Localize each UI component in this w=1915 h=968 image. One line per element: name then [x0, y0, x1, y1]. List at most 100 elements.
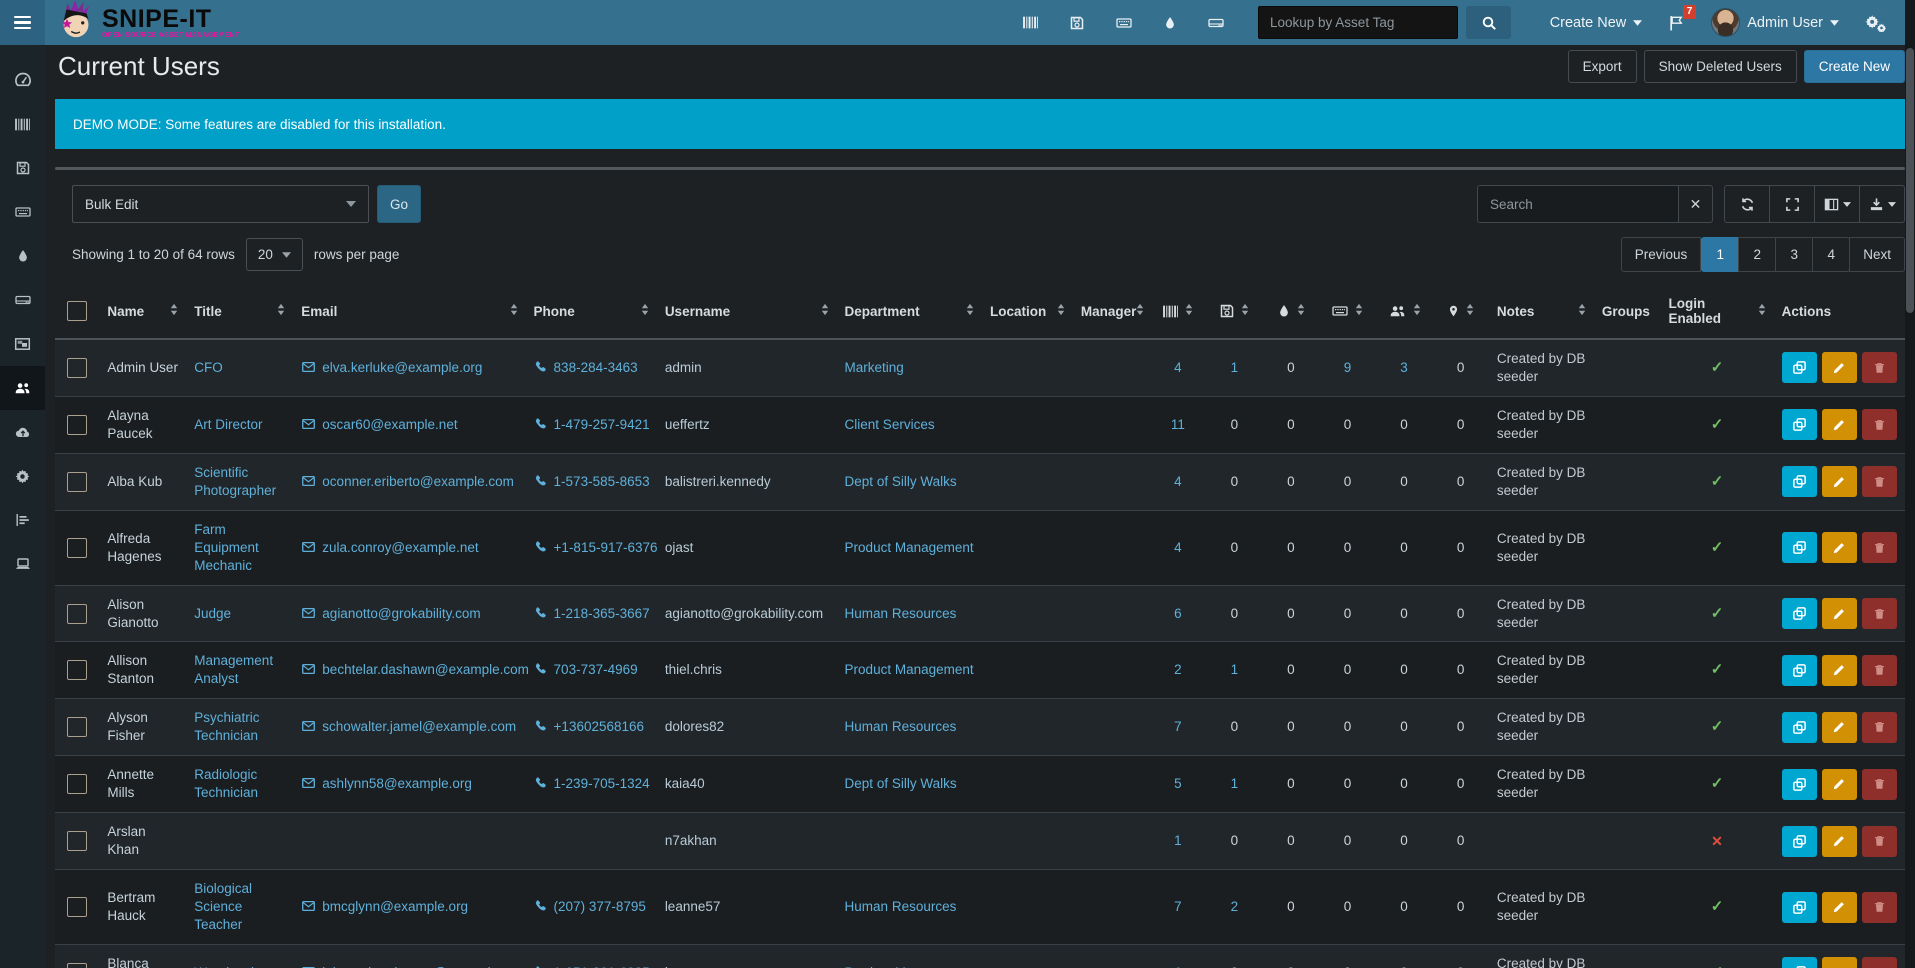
fullscreen-button[interactable]: [1769, 185, 1815, 223]
email-link[interactable]: oscar60@example.net: [301, 416, 517, 434]
column-header-notes[interactable]: Notes: [1489, 284, 1594, 339]
sidebar-item-accessories[interactable]: [0, 190, 45, 234]
clone-button[interactable]: [1782, 826, 1817, 857]
sidebar-item-assets[interactable]: [0, 102, 45, 146]
column-header-licenses[interactable]: [1206, 284, 1263, 339]
show-deleted-users-button[interactable]: Show Deleted Users: [1644, 50, 1797, 83]
email-link[interactable]: agianotto@grokability.com: [301, 605, 517, 623]
export-download-button[interactable]: [1859, 185, 1905, 223]
delete-button[interactable]: [1862, 352, 1897, 383]
delete-button[interactable]: [1862, 826, 1897, 857]
user-name-link[interactable]: Alfreda Hagenes: [107, 531, 161, 564]
user-name-link[interactable]: Alba Kub: [107, 474, 162, 489]
user-name-link[interactable]: Alyson Fisher: [107, 710, 148, 743]
scrollbar-thumb[interactable]: [1906, 48, 1914, 313]
bulk-actions-select[interactable]: Bulk Edit: [72, 185, 369, 223]
delete-button[interactable]: [1862, 769, 1897, 800]
settings-gears-icon[interactable]: [1865, 14, 1887, 32]
department-link[interactable]: Human Resources: [845, 719, 957, 734]
column-header-title[interactable]: Title: [186, 284, 293, 339]
email-link[interactable]: bmcglynn@example.org: [301, 898, 517, 916]
column-header-phone[interactable]: Phone: [526, 284, 657, 339]
column-header-accessories[interactable]: [1319, 284, 1376, 339]
page-1-button[interactable]: 1: [1701, 237, 1739, 272]
column-header-manager[interactable]: Manager: [1073, 284, 1150, 339]
nav-licenses[interactable]: [1069, 15, 1085, 31]
department-link[interactable]: Marketing: [845, 360, 904, 375]
user-name-link[interactable]: Admin User: [107, 360, 178, 375]
email-link[interactable]: ashlynn58@example.org: [301, 775, 517, 793]
column-header-location[interactable]: Location: [982, 284, 1073, 339]
alerts-flag-button[interactable]: 7: [1668, 14, 1685, 32]
sidebar-item-predefined-kits[interactable]: [0, 322, 45, 366]
delete-button[interactable]: [1862, 655, 1897, 686]
count-value[interactable]: 9: [1344, 360, 1352, 375]
clone-button[interactable]: [1782, 598, 1817, 629]
edit-button[interactable]: [1822, 957, 1857, 968]
table-search-input[interactable]: [1477, 185, 1678, 223]
sidebar-toggle-button[interactable]: [0, 0, 45, 45]
nav-assets[interactable]: [1022, 14, 1039, 31]
count-value[interactable]: 2: [1174, 662, 1182, 677]
count-value[interactable]: 4: [1174, 474, 1182, 489]
delete-button[interactable]: [1862, 957, 1897, 968]
count-value[interactable]: 4: [1174, 540, 1182, 555]
edit-button[interactable]: [1822, 598, 1857, 629]
asset-lookup-input[interactable]: [1258, 6, 1458, 39]
edit-button[interactable]: [1822, 826, 1857, 857]
edit-button[interactable]: [1822, 466, 1857, 497]
user-name-link[interactable]: Annette Mills: [107, 767, 154, 800]
sidebar-item-consumables[interactable]: [0, 234, 45, 278]
bulk-go-button[interactable]: Go: [377, 185, 421, 223]
count-value[interactable]: 4: [1174, 360, 1182, 375]
sidebar-item-people[interactable]: [0, 366, 45, 410]
edit-button[interactable]: [1822, 712, 1857, 743]
count-value[interactable]: 1: [1174, 833, 1182, 848]
clone-button[interactable]: [1782, 532, 1817, 563]
count-value[interactable]: 1: [1231, 776, 1239, 791]
column-header-email[interactable]: Email: [293, 284, 525, 339]
column-header-department[interactable]: Department: [837, 284, 982, 339]
clone-button[interactable]: [1782, 466, 1817, 497]
nav-accessories[interactable]: [1115, 15, 1133, 31]
column-header-managed-locations[interactable]: [1432, 284, 1489, 339]
edit-button[interactable]: [1822, 655, 1857, 686]
row-checkbox[interactable]: [67, 604, 87, 624]
phone-link[interactable]: 838-284-3463: [534, 359, 649, 377]
user-menu-dropdown[interactable]: Admin User: [1711, 8, 1839, 37]
sidebar-item-models[interactable]: [0, 542, 45, 586]
user-name-link[interactable]: Bertram Hauck: [107, 890, 155, 923]
clone-button[interactable]: [1782, 892, 1817, 923]
select-all-checkbox[interactable]: [67, 301, 87, 321]
sidebar-item-import[interactable]: [0, 410, 45, 454]
phone-link[interactable]: 1-239-705-1324: [534, 775, 649, 793]
horizontal-scrollbar[interactable]: [55, 167, 1905, 170]
row-checkbox[interactable]: [67, 963, 87, 968]
row-checkbox[interactable]: [67, 831, 87, 851]
delete-button[interactable]: [1862, 598, 1897, 629]
user-name-link[interactable]: Arslan Khan: [107, 824, 145, 857]
column-header-managed-users[interactable]: [1376, 284, 1433, 339]
sidebar-item-licenses[interactable]: [0, 146, 45, 190]
count-value[interactable]: 6: [1174, 606, 1182, 621]
count-value[interactable]: 7: [1174, 899, 1182, 914]
edit-button[interactable]: [1822, 769, 1857, 800]
row-checkbox[interactable]: [67, 774, 87, 794]
delete-button[interactable]: [1862, 712, 1897, 743]
sidebar-item-dashboard[interactable]: [0, 58, 45, 102]
delete-button[interactable]: [1862, 892, 1897, 923]
nav-components[interactable]: [1207, 15, 1225, 31]
delete-button[interactable]: [1862, 532, 1897, 563]
clone-button[interactable]: [1782, 957, 1817, 968]
department-link[interactable]: Dept of Silly Walks: [845, 776, 957, 791]
department-link[interactable]: Product Management: [845, 540, 974, 555]
count-value[interactable]: 3: [1400, 360, 1408, 375]
phone-link[interactable]: (207) 377-8795: [534, 898, 649, 916]
edit-button[interactable]: [1822, 352, 1857, 383]
phone-link[interactable]: 1-479-257-9421: [534, 416, 649, 434]
count-value[interactable]: 1: [1231, 662, 1239, 677]
count-value[interactable]: 1: [1231, 360, 1239, 375]
columns-button[interactable]: [1814, 185, 1860, 223]
edit-button[interactable]: [1822, 409, 1857, 440]
page-3-button[interactable]: 3: [1775, 237, 1813, 272]
